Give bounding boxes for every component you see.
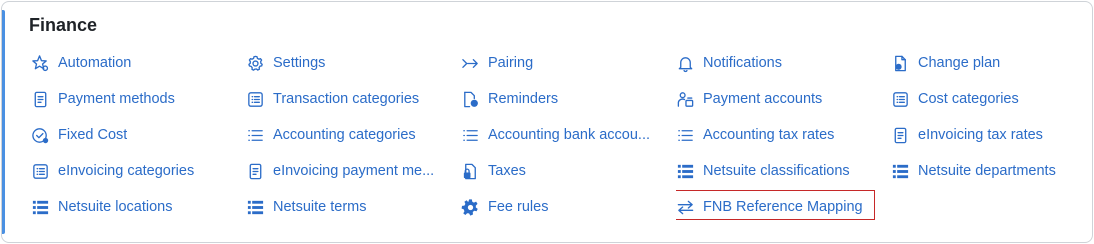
link-settings[interactable]: Settings — [246, 45, 461, 81]
document-icon — [246, 162, 265, 181]
document-icon — [31, 90, 50, 109]
link-accounting-categories[interactable]: Accounting categories — [246, 117, 461, 153]
finance-card: Finance Automation Settings Pairing Notific… — [1, 1, 1093, 243]
people-card-icon — [676, 90, 695, 109]
list-solid-icon — [246, 198, 265, 217]
link-label: Accounting tax rates — [703, 127, 835, 143]
link-label: Fee rules — [488, 199, 549, 215]
document-clock-icon — [461, 90, 480, 109]
list-solid-icon — [676, 162, 695, 181]
link-label: Cost categories — [918, 91, 1019, 107]
link-automation[interactable]: Automation — [31, 45, 246, 81]
link-label: Netsuite terms — [273, 199, 367, 215]
link-netsuite-locations[interactable]: Netsuite locations — [31, 189, 246, 225]
document-cycle-icon — [891, 54, 910, 73]
link-fee-rules[interactable]: Fee rules — [461, 189, 676, 225]
link-label: Netsuite departments — [918, 163, 1056, 179]
list-solid-icon — [31, 198, 50, 217]
link-netsuite-classifications[interactable]: Netsuite classifications — [676, 153, 891, 189]
section-title: Finance — [29, 15, 98, 35]
link-label: Accounting categories — [273, 127, 416, 143]
link-reminders[interactable]: Reminders — [461, 81, 676, 117]
gear-solid-icon — [461, 198, 480, 217]
link-payment-accounts[interactable]: Payment accounts — [676, 81, 891, 117]
link-einvoicing-payment-me[interactable]: eInvoicing payment me... — [246, 153, 461, 189]
link-pairing[interactable]: Pairing — [461, 45, 676, 81]
link-label: eInvoicing categories — [58, 163, 195, 179]
link-label: Notifications — [703, 55, 782, 71]
link-transaction-categories[interactable]: Transaction categories — [246, 81, 461, 117]
double-arrow-right-icon — [461, 54, 480, 73]
list-box-icon — [31, 162, 50, 181]
link-accounting-tax-rates[interactable]: Accounting tax rates — [676, 117, 891, 153]
list-solid-icon — [891, 162, 910, 181]
list-icon — [461, 126, 480, 145]
link-accounting-bank-accou[interactable]: Accounting bank accou... — [461, 117, 676, 153]
link-label: Netsuite locations — [58, 199, 173, 215]
link-label: Payment methods — [58, 91, 175, 107]
link-label: Automation — [58, 55, 132, 71]
link-einvoicing-categories[interactable]: eInvoicing categories — [31, 153, 246, 189]
link-label: Taxes — [488, 163, 526, 179]
link-label: Fixed Cost — [58, 127, 128, 143]
link-label: Settings — [273, 55, 326, 71]
link-netsuite-terms[interactable]: Netsuite terms — [246, 189, 461, 225]
swap-arrows-icon — [676, 198, 695, 217]
link-einvoicing-tax-rates[interactable]: eInvoicing tax rates — [891, 117, 1081, 153]
bell-icon — [676, 54, 695, 73]
link-label: Accounting bank accou... — [488, 127, 651, 143]
link-fnb-reference-mapping[interactable]: FNB Reference Mapping — [676, 189, 891, 225]
document-icon — [891, 126, 910, 145]
link-fixed-cost[interactable]: Fixed Cost — [31, 117, 246, 153]
check-gear-icon — [31, 126, 50, 145]
link-label: FNB Reference Mapping — [703, 199, 863, 215]
link-notifications[interactable]: Notifications — [676, 45, 891, 81]
gear-icon — [246, 54, 265, 73]
link-label: Transaction categories — [273, 91, 420, 107]
link-label: Pairing — [488, 55, 534, 71]
document-lock-icon — [461, 162, 480, 181]
link-label: Reminders — [488, 91, 559, 107]
link-netsuite-departments[interactable]: Netsuite departments — [891, 153, 1081, 189]
link-label: Change plan — [918, 55, 1001, 71]
link-label: Netsuite classifications — [703, 163, 850, 179]
list-icon — [246, 126, 265, 145]
finance-links-grid: Automation Settings Pairing Notifications Ch… — [31, 45, 1081, 225]
link-payment-methods[interactable]: Payment methods — [31, 81, 246, 117]
list-icon — [676, 126, 695, 145]
list-box-icon — [891, 90, 910, 109]
link-change-plan[interactable]: Change plan — [891, 45, 1081, 81]
link-label: eInvoicing payment me... — [273, 163, 435, 179]
star-gear-icon — [31, 54, 50, 73]
link-taxes[interactable]: Taxes — [461, 153, 676, 189]
link-label: Payment accounts — [703, 91, 823, 107]
link-label: eInvoicing tax rates — [918, 127, 1043, 143]
list-box-icon — [246, 90, 265, 109]
link-cost-categories[interactable]: Cost categories — [891, 81, 1081, 117]
